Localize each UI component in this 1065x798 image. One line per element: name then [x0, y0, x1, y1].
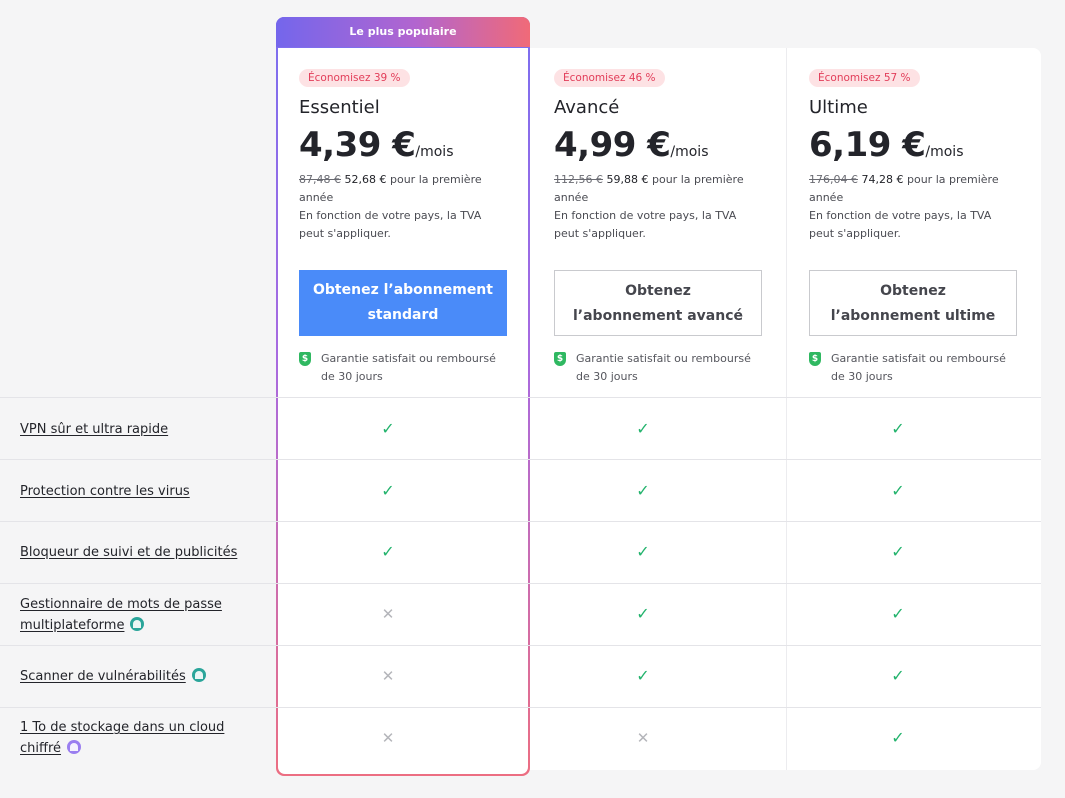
check-icon: ✓ [381, 419, 395, 438]
original-price: 87,48 € [299, 173, 341, 186]
feature-password-manager: Gestionnaire de mots de passe multiplate… [20, 594, 252, 636]
vulnerability-scanner-badge-icon [191, 668, 206, 682]
check-icon: ✓ [891, 481, 905, 500]
feature-label[interactable]: Gestionnaire de mots de passe multiplate… [20, 597, 222, 633]
feature-label[interactable]: Scanner de vulnérabilités [20, 669, 186, 684]
price-period: /mois [925, 144, 964, 160]
get-ultimate-button[interactable]: Obtenez l’abonnement ultime [809, 270, 1017, 336]
guarantee-note: $ Garantie satisfait ou remboursé de 30 … [809, 350, 1021, 386]
original-price: 112,56 € [554, 173, 603, 186]
plan-price: 4,39 €/mois [299, 125, 509, 171]
check-icon: ✓ [381, 542, 395, 561]
price-amount: 4,99 € [554, 125, 671, 165]
row-divider [0, 583, 1041, 584]
row-divider [0, 521, 1041, 522]
column-divider [786, 48, 787, 770]
cross-icon: ✕ [381, 729, 395, 747]
tax-note: En fonction de votre pays, la TVA peut s… [554, 209, 737, 240]
cross-icon: ✕ [636, 729, 650, 747]
guarantee-text: Garantie satisfait ou remboursé de 30 jo… [321, 352, 496, 383]
price-amount: 4,39 € [299, 125, 416, 165]
feature-cloud-storage: 1 To de stockage dans un cloud chiffré [20, 717, 252, 759]
password-manager-badge-icon [130, 617, 145, 631]
shield-dollar-icon: $ [554, 352, 566, 366]
feature-label[interactable]: VPN sûr et ultra rapide [20, 422, 168, 437]
plan-name: Essentiel [299, 97, 380, 118]
plan-avance: Économisez 46 % Avancé 4,99 €/mois 112,5… [554, 48, 764, 383]
shield-dollar-icon: $ [299, 352, 311, 366]
feature-label[interactable]: Protection contre les virus [20, 484, 190, 499]
row-divider [0, 645, 1041, 646]
check-icon: ✓ [891, 728, 905, 747]
plan-price: 6,19 €/mois [809, 125, 1019, 171]
guarantee-note: $ Garantie satisfait ou remboursé de 30 … [554, 350, 766, 386]
check-icon: ✓ [636, 604, 650, 623]
row-divider [0, 397, 1041, 398]
first-year-price: 176,04 € 74,28 € pour la première année [809, 171, 1019, 207]
cloud-storage-badge-icon [67, 740, 82, 754]
feature-vpn: VPN sûr et ultra rapide [20, 419, 252, 440]
shield-dollar-icon: $ [809, 352, 821, 366]
get-advanced-button[interactable]: Obtenez l’abonnement avancé [554, 270, 762, 336]
feature-antivirus: Protection contre les virus [20, 481, 252, 502]
check-icon: ✓ [636, 481, 650, 500]
check-icon: ✓ [636, 542, 650, 561]
savings-badge: Économisez 39 % [299, 69, 410, 87]
cross-icon: ✕ [381, 605, 395, 623]
check-icon: ✓ [891, 419, 905, 438]
plan-essentiel: Économisez 39 % Essentiel 4,39 €/mois 87… [299, 48, 509, 383]
plan-ultime: Économisez 57 % Ultime 6,19 €/mois 176,0… [809, 48, 1019, 383]
check-icon: ✓ [636, 419, 650, 438]
feature-label[interactable]: 1 To de stockage dans un cloud chiffré [20, 720, 224, 756]
tax-note: En fonction de votre pays, la TVA peut s… [299, 209, 482, 240]
original-price: 176,04 € [809, 173, 858, 186]
check-icon: ✓ [891, 542, 905, 561]
price-period: /mois [670, 144, 709, 160]
feature-label[interactable]: Bloqueur de suivi et de publicités [20, 545, 237, 560]
savings-badge: Économisez 57 % [809, 69, 920, 87]
popular-badge: Le plus populaire [349, 25, 457, 38]
discounted-price: 74,28 € [861, 173, 904, 186]
check-icon: ✓ [636, 666, 650, 685]
plan-price: 4,99 €/mois [554, 125, 764, 171]
check-icon: ✓ [381, 481, 395, 500]
guarantee-text: Garantie satisfait ou remboursé de 30 jo… [576, 352, 751, 383]
feature-vulnerability-scanner: Scanner de vulnérabilités [20, 666, 252, 687]
cross-icon: ✕ [381, 667, 395, 685]
price-period: /mois [415, 144, 454, 160]
price-amount: 6,19 € [809, 125, 926, 165]
discounted-price: 59,88 € [606, 173, 649, 186]
discounted-price: 52,68 € [344, 173, 387, 186]
get-standard-button[interactable]: Obtenez l’abonnement standard [299, 270, 507, 336]
guarantee-text: Garantie satisfait ou remboursé de 30 jo… [831, 352, 1006, 383]
check-icon: ✓ [891, 666, 905, 685]
plan-name: Avancé [554, 97, 620, 118]
check-icon: ✓ [891, 604, 905, 623]
plan-name: Ultime [809, 97, 868, 118]
feature-tracker-blocker: Bloqueur de suivi et de publicités [20, 542, 252, 563]
first-year-price: 112,56 € 59,88 € pour la première année [554, 171, 764, 207]
row-divider [0, 459, 1041, 460]
row-divider [0, 707, 1041, 708]
savings-badge: Économisez 46 % [554, 69, 665, 87]
guarantee-note: $ Garantie satisfait ou remboursé de 30 … [299, 350, 511, 386]
first-year-price: 87,48 € 52,68 € pour la première année [299, 171, 509, 207]
tax-note: En fonction de votre pays, la TVA peut s… [809, 209, 992, 240]
